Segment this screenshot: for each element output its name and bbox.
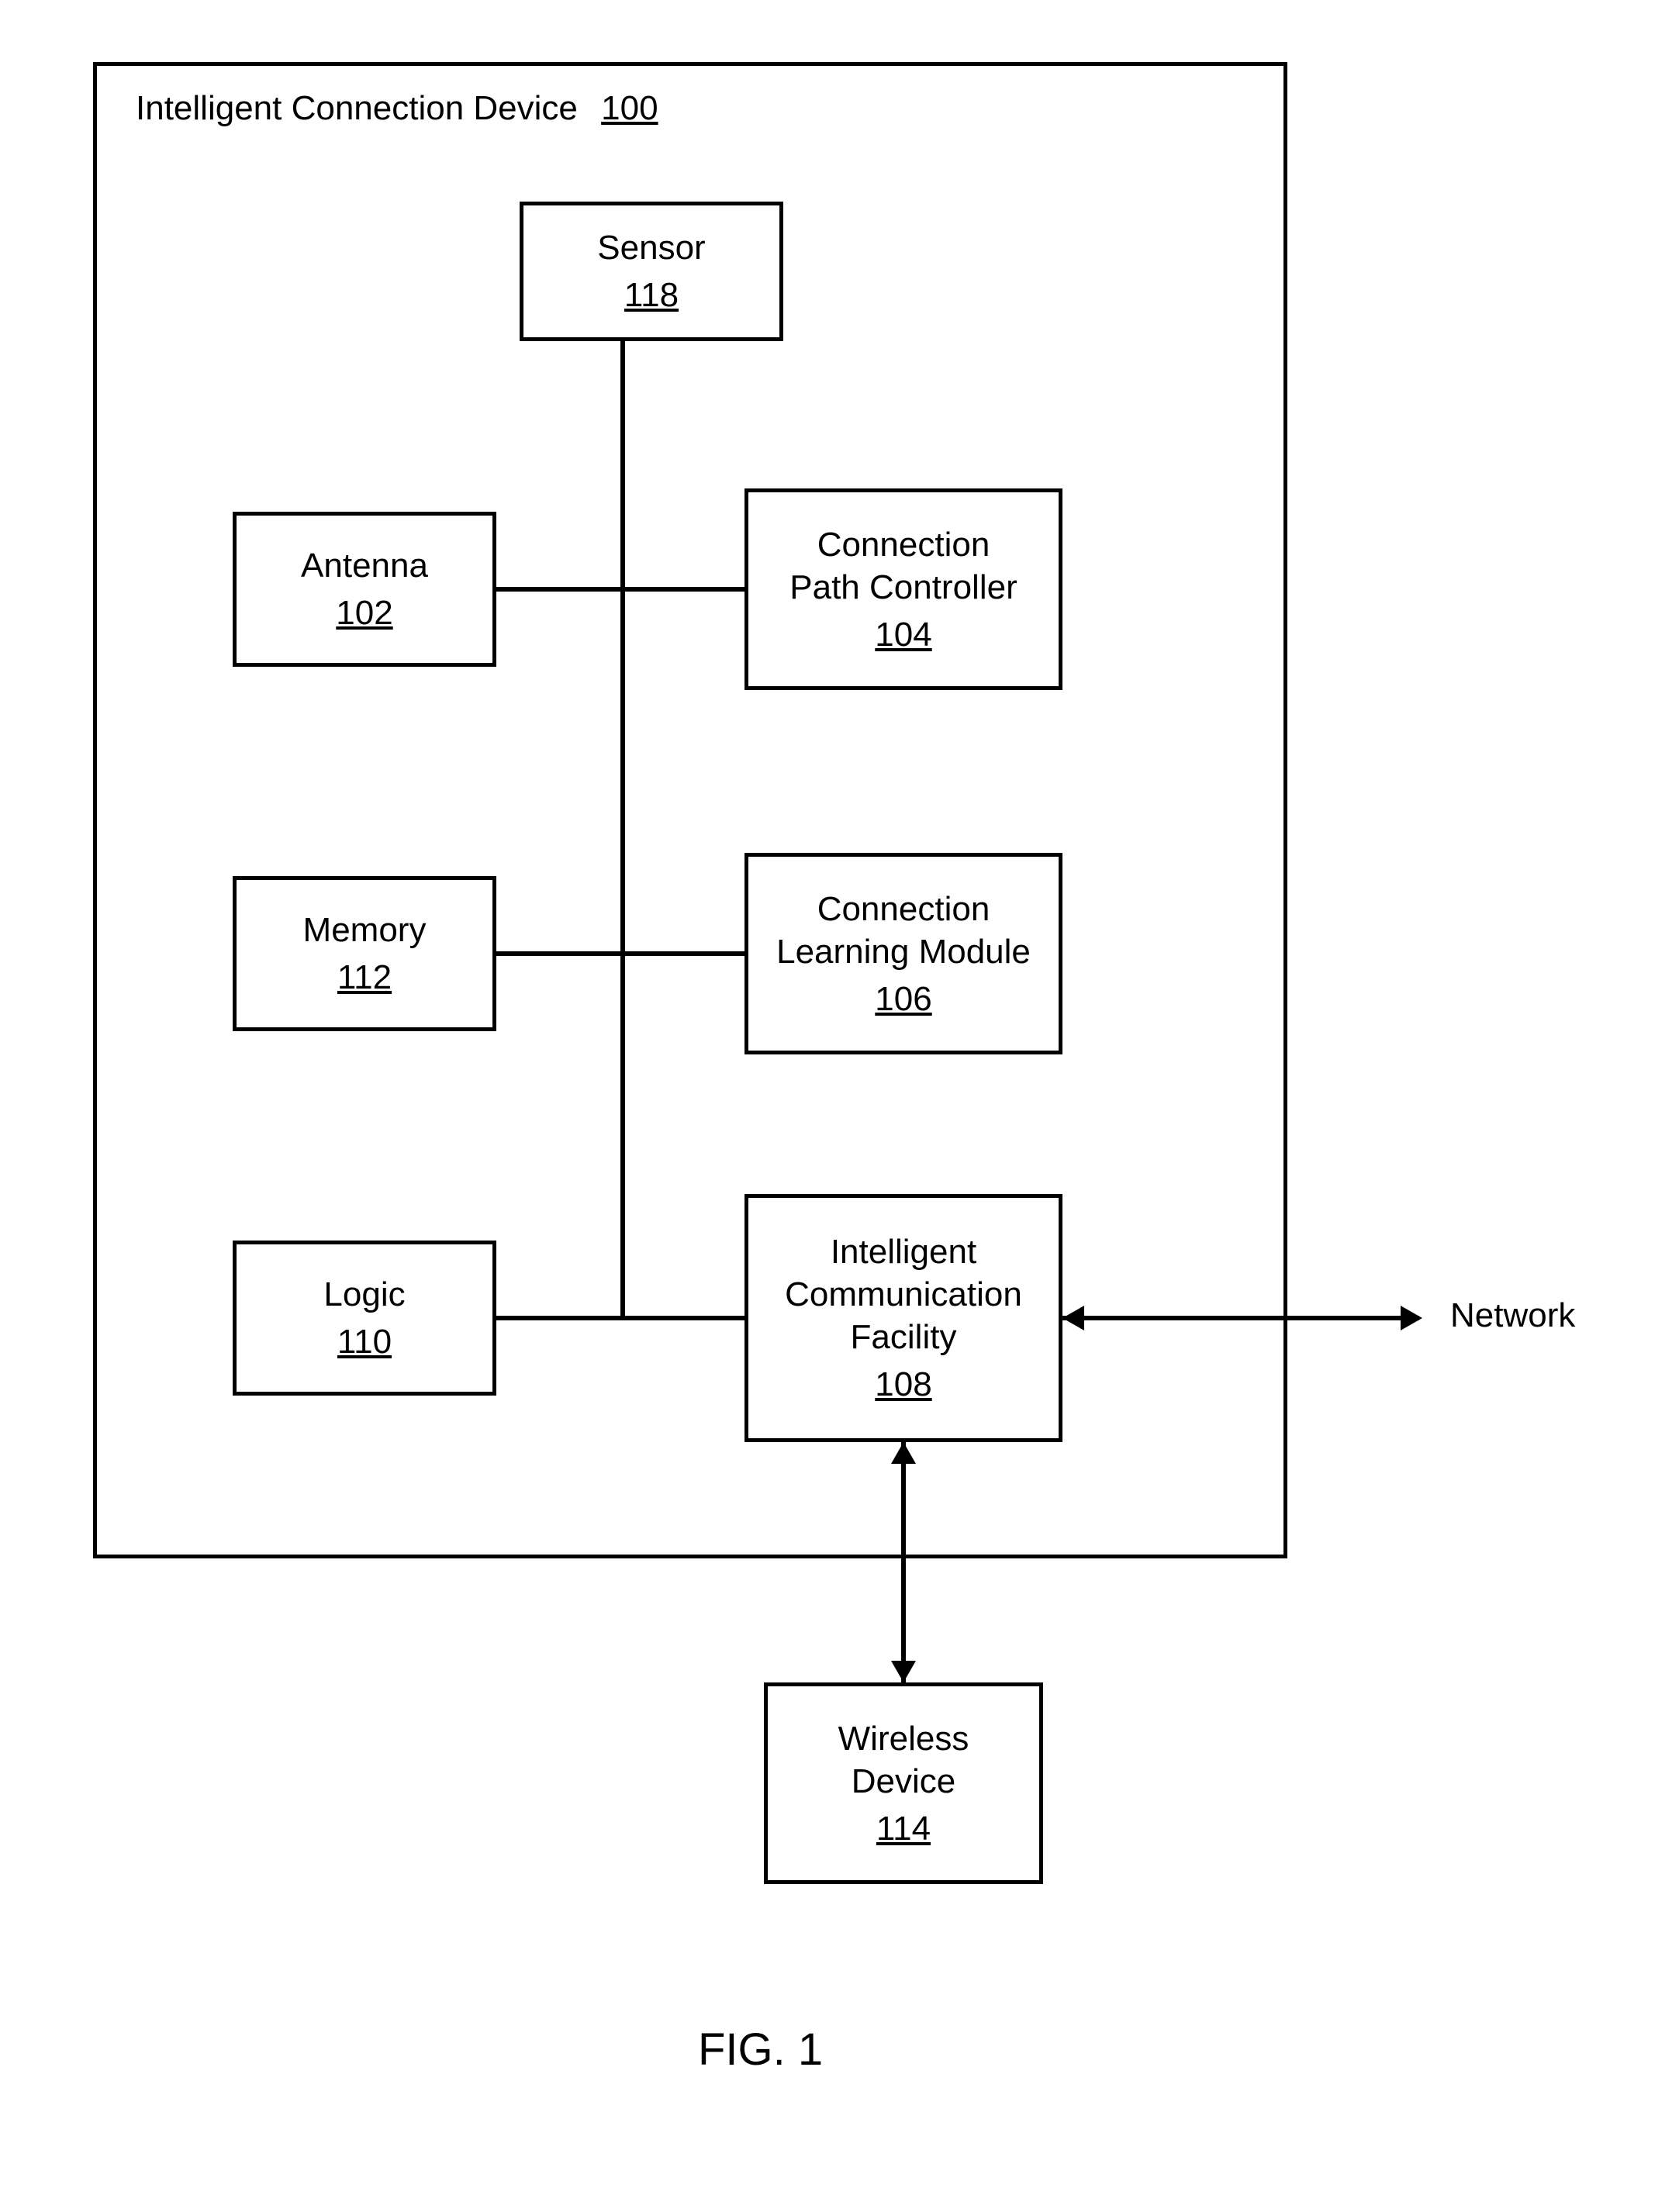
logic-num: 110 xyxy=(337,1320,392,1363)
icf-line3: Facility xyxy=(851,1316,957,1358)
wireless-line1: Wireless xyxy=(838,1717,969,1760)
logic-label: Logic xyxy=(323,1273,405,1316)
cpc-line1: Connection xyxy=(817,523,990,566)
icf-network-arrow-right xyxy=(1401,1306,1422,1330)
clm-line2: Learning Module xyxy=(776,930,1031,973)
bus-vertical xyxy=(620,341,625,1318)
outer-title-text: Intelligent Connection Device xyxy=(136,89,578,127)
diagram-page: Intelligent Connection Device 100 Sensor… xyxy=(0,0,1679,2212)
icf-wireless-arrow-up xyxy=(891,1442,916,1464)
wireless-device-block: Wireless Device 114 xyxy=(764,1682,1043,1884)
outer-title-num: 100 xyxy=(601,89,658,127)
wireless-line2: Device xyxy=(852,1760,956,1803)
icf-wireless-line xyxy=(901,1442,906,1682)
antenna-block: Antenna 102 xyxy=(233,512,496,667)
cpc-line2: Path Controller xyxy=(789,566,1017,609)
antenna-num: 102 xyxy=(336,592,392,634)
sensor-num: 118 xyxy=(624,274,679,316)
intelligent-communication-facility-block: Intelligent Communication Facility 108 xyxy=(744,1194,1062,1442)
icf-line1: Intelligent xyxy=(831,1230,976,1273)
clm-num: 106 xyxy=(875,978,931,1020)
connection-path-controller-block: Connection Path Controller 104 xyxy=(744,488,1062,690)
icf-line2: Communication xyxy=(785,1273,1022,1316)
memory-block: Memory 112 xyxy=(233,876,496,1031)
sensor-block: Sensor 118 xyxy=(520,202,783,341)
icf-num: 108 xyxy=(875,1363,931,1406)
icf-wireless-arrow-down xyxy=(891,1661,916,1682)
row1-horizontal xyxy=(496,587,744,592)
connection-learning-module-block: Connection Learning Module 106 xyxy=(744,853,1062,1054)
cpc-num: 104 xyxy=(875,613,931,656)
row3-horizontal xyxy=(496,1316,744,1320)
icf-network-arrow-left xyxy=(1062,1306,1084,1330)
antenna-label: Antenna xyxy=(301,544,428,587)
network-label: Network xyxy=(1450,1296,1575,1335)
memory-num: 112 xyxy=(337,956,392,999)
logic-block: Logic 110 xyxy=(233,1241,496,1396)
clm-line1: Connection xyxy=(817,888,990,930)
sensor-label: Sensor xyxy=(597,226,705,269)
row2-horizontal xyxy=(496,951,744,956)
outer-title: Intelligent Connection Device 100 xyxy=(136,89,658,128)
wireless-num: 114 xyxy=(876,1807,931,1850)
icf-network-line xyxy=(1062,1316,1419,1320)
memory-label: Memory xyxy=(303,909,427,951)
figure-label: FIG. 1 xyxy=(698,2024,823,2076)
